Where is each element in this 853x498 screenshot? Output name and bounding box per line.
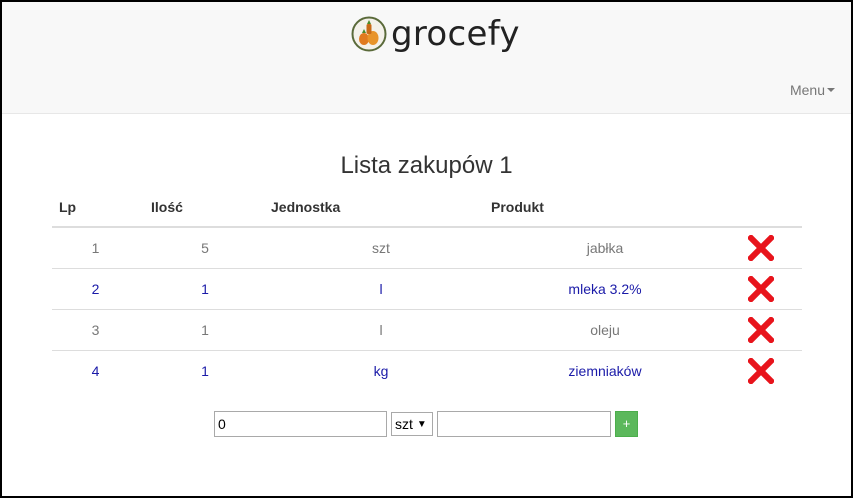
menu-dropdown[interactable]: Menu — [790, 82, 835, 98]
column-header-actions — [719, 187, 802, 228]
caret-down-icon — [827, 88, 835, 92]
cell-unit: l — [271, 268, 491, 310]
delete-item-button[interactable] — [747, 276, 774, 302]
column-header-unit: Jednostka — [271, 187, 491, 228]
cell-qty: 1 — [139, 350, 271, 391]
cell-actions — [719, 226, 802, 269]
column-header-product: Produkt — [491, 187, 719, 228]
cell-product: oleju — [491, 309, 719, 351]
cell-product: ziemniaków — [491, 350, 719, 391]
dropdown-arrow-icon: ▼ — [416, 418, 427, 430]
cell-unit: szt — [271, 226, 491, 269]
cell-lp: 4 — [52, 350, 139, 391]
column-header-qty: Ilość — [139, 187, 271, 228]
unit-select-value: szt — [395, 416, 413, 432]
cell-actions — [719, 309, 802, 351]
cell-actions — [719, 268, 802, 310]
delete-item-button[interactable] — [747, 317, 774, 343]
table-row: 1 5 szt jabłka — [52, 226, 802, 269]
cell-actions — [719, 350, 802, 391]
cell-unit: l — [271, 309, 491, 351]
cell-unit: kg — [271, 350, 491, 391]
product-input[interactable] — [437, 411, 611, 437]
table-row: 3 1 l oleju — [52, 309, 802, 351]
table-row: 4 1 kg ziemniaków — [52, 350, 802, 391]
table-row: 2 1 l mleka 3.2% — [52, 268, 802, 310]
cell-product: mleka 3.2% — [491, 268, 719, 310]
menu-label: Menu — [789, 82, 825, 98]
cell-product: jabłka — [491, 226, 719, 269]
unit-select[interactable]: szt ▼ — [391, 412, 433, 436]
column-header-lp: Lp — [52, 187, 139, 228]
shopping-list-table: Lp Ilość Jednostka Produkt 1 5 szt jabłk… — [52, 187, 802, 391]
grocery-logo-icon — [351, 16, 387, 52]
cell-lp: 3 — [52, 309, 139, 351]
cell-lp: 1 — [52, 226, 139, 269]
cell-qty: 5 — [139, 226, 271, 269]
navbar: grocefy Menu — [2, 2, 851, 114]
quantity-input[interactable] — [214, 411, 387, 437]
delete-item-button[interactable] — [747, 235, 774, 261]
brand[interactable]: grocefy — [351, 14, 520, 54]
page-title: Lista zakupów 1 — [340, 152, 513, 179]
brand-name: grocefy — [391, 14, 520, 54]
cell-qty: 1 — [139, 268, 271, 310]
cell-lp: 2 — [52, 268, 139, 310]
add-item-button[interactable]: + — [615, 411, 638, 437]
table-header-row: Lp Ilość Jednostka Produkt — [52, 187, 802, 228]
delete-item-button[interactable] — [747, 358, 774, 384]
cell-qty: 1 — [139, 309, 271, 351]
